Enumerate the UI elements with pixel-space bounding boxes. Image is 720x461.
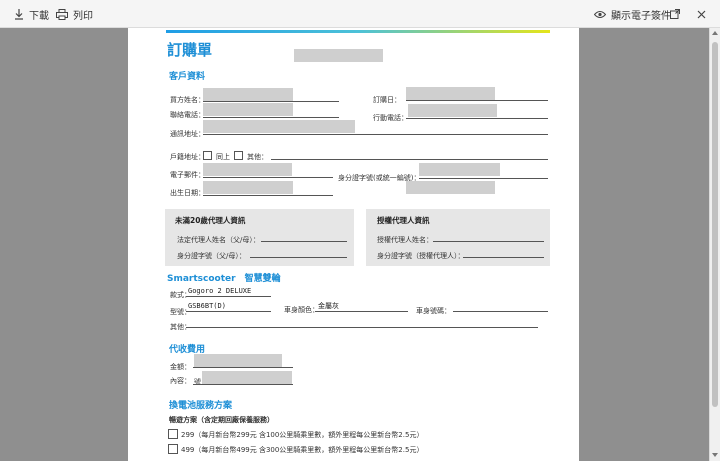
agent-id-label: 身分證字號（授權代理人）：: [377, 252, 465, 260]
color-label: 車身顏色：: [284, 306, 319, 314]
print-button[interactable]: 列印: [56, 5, 93, 23]
mobile-field[interactable]: [406, 118, 548, 119]
guardian-name-label: 法定代理人姓名（父/母）：: [177, 236, 260, 244]
close-icon: [697, 10, 706, 18]
amount-field[interactable]: [193, 367, 293, 368]
page-title: 訂購單: [167, 41, 213, 59]
redacted-block: [194, 354, 282, 367]
download-icon: [15, 8, 23, 20]
order-date-field[interactable]: [406, 100, 548, 101]
show-signature-label: 顯示電子簽件: [611, 10, 671, 22]
guardian-id-label: 身分證字號（父/母）：: [177, 252, 246, 260]
print-label: 列印: [73, 10, 93, 22]
redacted-block: [203, 120, 355, 133]
redacted-block: [203, 103, 293, 116]
buyer-name-field[interactable]: [203, 101, 339, 102]
plan-499-checkbox[interactable]: [168, 444, 178, 454]
id-field[interactable]: [419, 178, 548, 179]
redacted-block: [203, 181, 293, 194]
phone-label: 聯絡電話：: [170, 111, 205, 119]
redacted-block: [203, 163, 292, 176]
order-date-label: 訂購日：: [373, 96, 401, 104]
show-signature-button[interactable]: 顯示電子簽件: [594, 5, 671, 23]
phone-field[interactable]: [203, 117, 339, 118]
email-field[interactable]: [203, 177, 333, 178]
email-label: 電子郵件：: [170, 171, 205, 179]
other-label: 其他：: [247, 153, 268, 161]
redacted-block: [419, 163, 500, 176]
agent-id-field[interactable]: [463, 257, 544, 258]
redacted-block: [202, 371, 292, 384]
popout-icon: [670, 9, 680, 19]
birth-field[interactable]: [203, 195, 333, 196]
scroll-down-arrow-icon[interactable]: [712, 453, 718, 457]
buyer-name-label: 買方姓名：: [170, 96, 205, 104]
content-label: 內容：: [170, 377, 191, 385]
address-label: 通訊地址：: [170, 130, 205, 138]
battery-section-title: 換電池服務方案: [169, 401, 233, 411]
model-value: Gogoro 2 DELUXE: [188, 287, 252, 295]
document-page: 訂購單 客戶資料 買方姓名： 訂購日： 聯絡電話： 行動電話： 通訊地址： 戶籍…: [128, 28, 579, 461]
household-other-field[interactable]: [271, 159, 548, 160]
color-value: 金屬灰: [318, 302, 339, 310]
type-field[interactable]: [186, 311, 271, 312]
download-button[interactable]: 下載: [14, 5, 49, 23]
guardian-id-field[interactable]: [250, 257, 347, 258]
plan-299-label: 299（每月新台幣299元 含100公里騎乘里數，額外里程每公里新台幣2.5元）: [181, 431, 424, 439]
download-label: 下載: [29, 10, 49, 22]
plan-499-label: 499（每月新台幣499元 含300公里騎乘里數，額外里程每公里新台幣2.5元）: [181, 446, 424, 454]
document-viewer[interactable]: 訂購單 客戶資料 買方姓名： 訂購日： 聯絡電話： 行動電話： 通訊地址： 戶籍…: [0, 28, 709, 461]
scroll-up-arrow-icon[interactable]: [712, 31, 718, 35]
close-button[interactable]: [697, 5, 711, 23]
eye-icon: [594, 10, 606, 18]
household-checkbox[interactable]: [203, 151, 212, 160]
viewer-toolbar: 下載 列印 顯示電子簽件: [0, 0, 720, 28]
redacted-block: [294, 49, 383, 62]
frame-field[interactable]: [453, 311, 548, 312]
header-gradient-bar: [166, 30, 550, 33]
plan-299-checkbox[interactable]: [168, 429, 178, 439]
amount-label: 金額：: [170, 363, 191, 371]
print-icon: [56, 8, 68, 20]
popout-button[interactable]: [670, 5, 685, 23]
customer-section-title: 客戶資料: [169, 72, 206, 82]
agent-box-title: 授權代理人資訊: [377, 216, 430, 225]
model-field[interactable]: [186, 296, 271, 297]
type-value: GSB6BT(D): [188, 302, 226, 310]
guardian-name-field[interactable]: [261, 241, 347, 242]
agent-name-label: 授權代理人姓名：: [377, 236, 433, 244]
redacted-block: [408, 104, 497, 117]
mobile-label: 行動電話：: [373, 114, 408, 122]
household-label: 戶籍地址：: [170, 153, 205, 161]
color-field[interactable]: [315, 311, 408, 312]
agent-name-field[interactable]: [433, 241, 544, 242]
guardian-box-title: 未滿20歲代理人資訊: [175, 216, 246, 225]
same-as-checkbox[interactable]: [234, 151, 243, 160]
birth-label: 出生日期：: [170, 189, 205, 197]
same-as-label: 同上: [216, 153, 230, 161]
other2-field[interactable]: [186, 327, 538, 328]
vehicle-section-title: Smartscooter 智慧雙輪: [167, 274, 281, 284]
scroll-thumb[interactable]: [712, 42, 718, 407]
frame-label: 車身號碼：: [416, 307, 451, 315]
content-field[interactable]: [193, 384, 293, 385]
vertical-scrollbar[interactable]: [709, 28, 720, 461]
redacted-block: [406, 87, 495, 100]
plans-title: 暢遊方案（含定期回廠保養服務）: [169, 416, 274, 424]
address-field[interactable]: [203, 134, 548, 135]
redacted-block: [406, 181, 495, 194]
redacted-block: [203, 88, 293, 101]
content-prefix: 號: [194, 378, 201, 386]
